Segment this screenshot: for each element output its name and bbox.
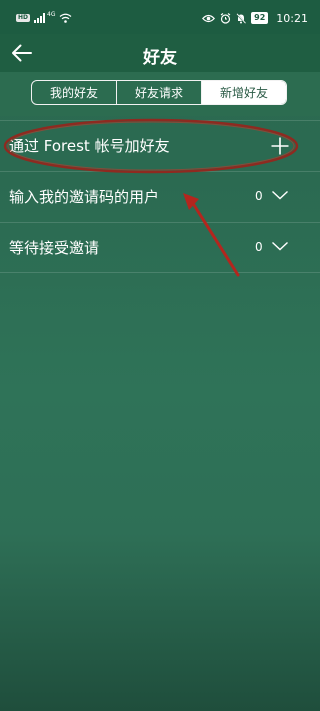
row-label: 输入我的邀请码的用户	[9, 188, 160, 206]
chevron-down-icon[interactable]	[271, 189, 289, 201]
invite-code-users-row[interactable]: 输入我的邀请码的用户 0	[0, 171, 320, 222]
hd-badge: HD	[16, 14, 31, 22]
row-label: 通过 Forest 帐号加好友	[9, 137, 170, 155]
tabs-bar: 我的好友 好友请求 新增好友	[0, 72, 320, 116]
plus-icon[interactable]	[270, 136, 290, 156]
status-right: 92 10:21	[202, 11, 308, 25]
status-bar: HD 4G 92 10:21	[0, 0, 320, 34]
count-value: 0	[255, 240, 263, 254]
cellular-signal-icon	[34, 13, 46, 23]
wifi-icon	[60, 13, 72, 23]
add-by-forest-account-row[interactable]: 通过 Forest 帐号加好友	[0, 120, 320, 171]
tab-friend-requests[interactable]: 好友请求	[116, 81, 201, 104]
eye-icon	[202, 14, 216, 22]
page-title: 好友	[143, 48, 177, 68]
chevron-down-icon[interactable]	[271, 240, 289, 252]
status-time: 10:21	[276, 11, 308, 25]
network-type: 4G	[47, 10, 56, 18]
pending-invites-row[interactable]: 等待接受邀请 0	[0, 222, 320, 273]
screen: HD 4G 92 10:21 好友 我的好友 好友请求 新增好友 通过 Fore…	[0, 0, 320, 711]
count-value: 0	[255, 189, 263, 203]
status-left: HD 4G	[16, 10, 72, 24]
alarm-icon	[220, 12, 231, 24]
row-label: 等待接受邀请	[9, 239, 100, 257]
top-app-bar: 好友	[0, 34, 320, 72]
segmented-tabs: 我的好友 好友请求 新增好友	[31, 80, 287, 105]
tab-add-friends[interactable]: 新增好友	[201, 81, 286, 104]
battery-indicator: 92	[251, 12, 269, 24]
mute-bell-icon	[236, 12, 247, 24]
tab-my-friends[interactable]: 我的好友	[32, 81, 116, 104]
